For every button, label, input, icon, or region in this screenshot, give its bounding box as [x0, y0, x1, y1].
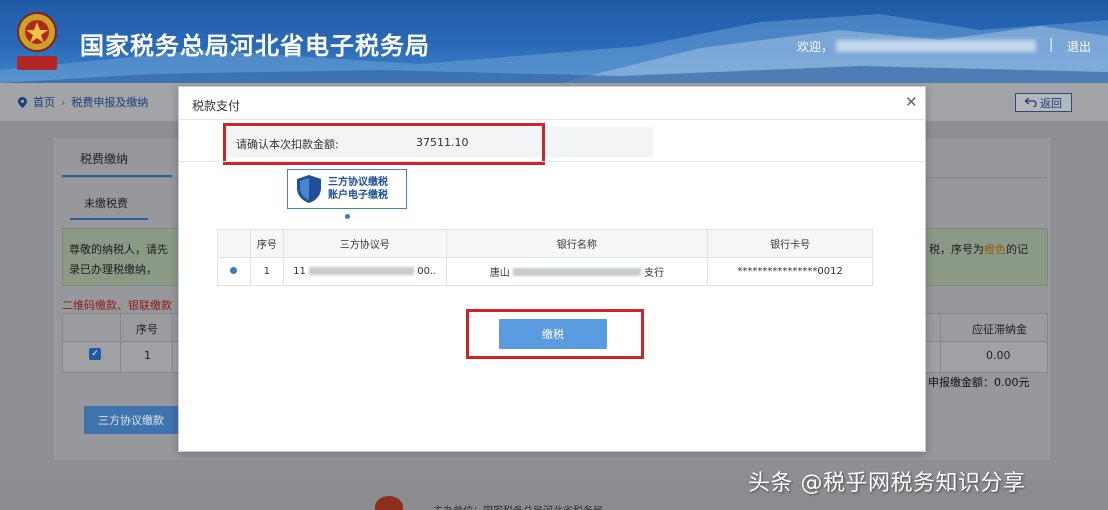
payment-sum: 申报缴金额：0.00元 — [928, 376, 1030, 389]
tax-payment-dialog: 税款支付 ✕ 请确认本次扣款金额: 37511.10 三方协议缴税 账户电子缴税… — [178, 86, 926, 452]
agreement-mask — [309, 267, 415, 276]
highlight-box-amount — [223, 123, 545, 165]
bank-suffix: 支行 — [644, 268, 665, 279]
table-header-no: 序号 — [136, 323, 158, 336]
location-pin-icon — [18, 96, 27, 108]
highlight-box-button — [466, 309, 644, 359]
table-col-sep — [172, 314, 173, 372]
site-title: 国家税务总局河北省电子税务局 — [80, 32, 430, 60]
notice-right-pre: 税，序号为 — [929, 243, 984, 256]
notice-line-1: 尊敬的纳税人，请先 — [69, 243, 168, 256]
bank-prefix: 唐山 — [489, 268, 510, 279]
row-card-number: ****************0012 — [707, 257, 873, 286]
bank-account-table: 序号 三方协议号 银行名称 银行卡号 1 11 00.. 唐山 支行 *****… — [217, 229, 873, 286]
logout-link[interactable]: 退出 — [1067, 38, 1091, 55]
footer-text: 主办单位：国家税务总局河北省税务局 — [433, 502, 603, 510]
subtab-active-underline — [70, 218, 148, 220]
dialog-title: 税款支付 — [192, 99, 241, 113]
tripartite-pay-button[interactable]: 三方协议缴款 — [84, 406, 178, 434]
row-agreement-no: 11 00.. — [282, 257, 447, 286]
watermark-text: 头条 @税乎网税务知识分享 — [748, 471, 1026, 496]
table-row[interactable]: 1 11 00.. 唐山 支行 ****************0012 — [217, 257, 873, 286]
dialog-separator — [179, 161, 925, 162]
header-select — [217, 229, 251, 258]
notice-right-post: 的记 — [1006, 243, 1028, 256]
agreement-line-1: 三方协议缴税 — [328, 177, 388, 188]
header-bank-name: 银行名称 — [445, 229, 709, 258]
back-button[interactable]: 返回 — [1015, 93, 1072, 112]
breadcrumb-current[interactable]: 税费申报及缴纳 — [71, 94, 148, 110]
row-no: 1 — [249, 257, 284, 286]
tab-unpaid-taxes[interactable]: 未缴税费 — [84, 195, 128, 211]
breadcrumb-separator: › — [61, 95, 66, 109]
row-checkbox[interactable]: ✓ — [89, 348, 101, 360]
tab-tax-payment[interactable]: 税费缴纳 — [80, 150, 128, 167]
tax-emblem-logo — [17, 12, 57, 70]
table-col-sep — [120, 314, 121, 372]
site-header: 国家税务总局河北省电子税务局 欢迎， | 退出 — [0, 0, 1108, 83]
table-cell-late-fee: 0.00 — [986, 349, 1011, 362]
table-header-row: 序号 三方协议号 银行名称 银行卡号 — [217, 229, 873, 258]
notice-line-right: 税，序号为橙色的记 — [929, 241, 1028, 257]
table-col-sep — [940, 314, 941, 372]
back-button-label: 返回 — [1040, 96, 1062, 110]
table-cell-no: 1 — [144, 349, 151, 362]
header-card-number: 银行卡号 — [707, 229, 873, 258]
agreement-line-2: 账户电子缴税 — [328, 190, 388, 201]
tripartite-agreement-option[interactable]: 三方协议缴税 账户电子缴税 — [287, 169, 407, 209]
bank-mask — [512, 267, 641, 276]
welcome-text: 欢迎， — [797, 40, 834, 54]
agreement-suffix: 00.. — [417, 265, 437, 277]
row-bank-name: 唐山 支行 — [445, 257, 709, 286]
notice-highlight: 橙色 — [984, 243, 1006, 256]
row-radio-button[interactable] — [230, 267, 238, 274]
notice-line-2: 录已办理税缴纳， — [69, 263, 157, 276]
table-header-late-fee: 应征滞纳金 — [972, 323, 1027, 336]
header-divider: | — [1049, 37, 1054, 52]
option-indicator-dot — [345, 214, 350, 219]
row-select-cell[interactable] — [217, 257, 251, 286]
dialog-header: 税款支付 ✕ — [179, 87, 925, 120]
agreement-text: 三方协议缴税 账户电子缴税 — [328, 176, 388, 202]
agreement-prefix: 11 — [293, 265, 306, 277]
username-mask — [836, 40, 1036, 52]
header-agreement-no: 三方协议号 — [282, 229, 447, 258]
return-arrow-icon — [1025, 98, 1037, 107]
payment-method-note: 二维码缴款、银联缴款 — [62, 299, 172, 312]
breadcrumb-home[interactable]: 首页 — [33, 94, 55, 110]
header-no: 序号 — [249, 229, 284, 258]
close-icon[interactable]: ✕ — [905, 95, 918, 110]
breadcrumb: 首页 › 税费申报及缴纳 — [18, 94, 148, 110]
shield-icon — [297, 175, 321, 203]
